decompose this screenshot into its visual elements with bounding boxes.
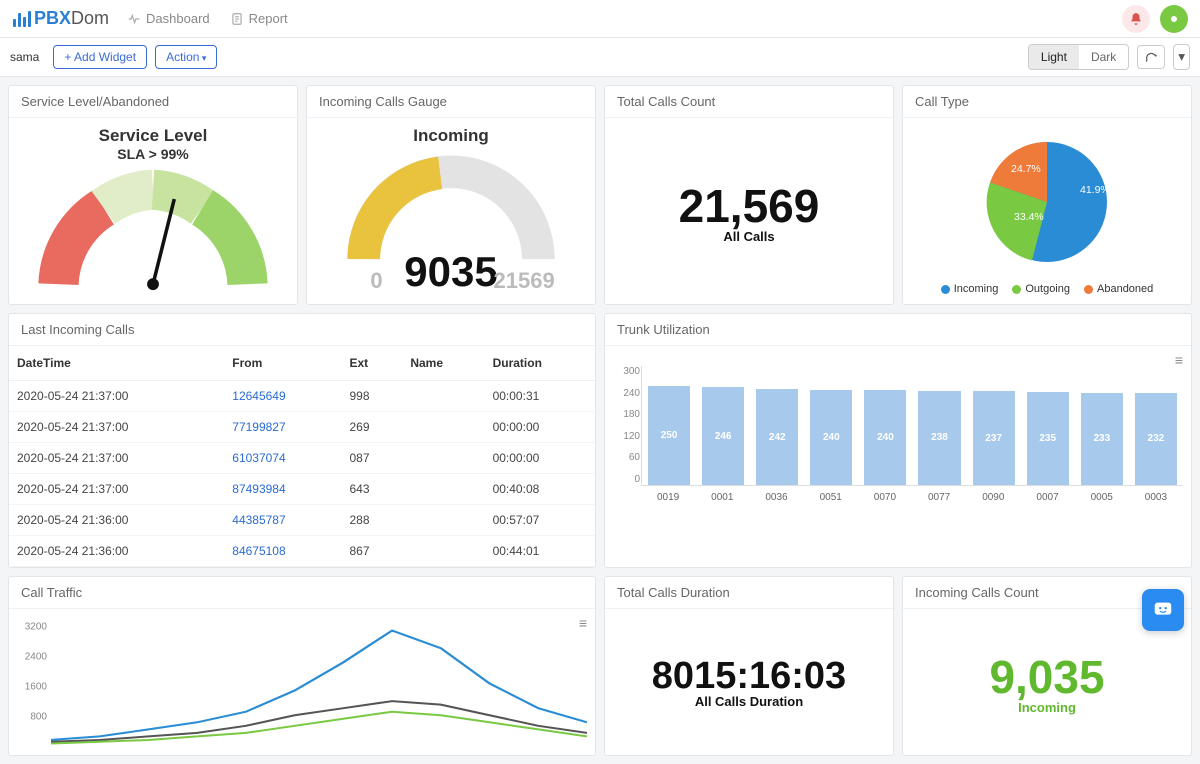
nav-dashboard-label: Dashboard: [146, 11, 210, 26]
gauge-value: 9035: [404, 248, 497, 296]
document-icon: [230, 12, 244, 26]
metric-value: 9,035: [989, 650, 1104, 704]
from-link[interactable]: 77199827: [224, 412, 341, 443]
service-gauge-chart: [33, 166, 273, 296]
col-from[interactable]: From: [224, 346, 341, 381]
table-row: 2020-05-24 21:37:007719982726900:00:00: [9, 412, 595, 443]
col-name[interactable]: Name: [402, 346, 484, 381]
from-link[interactable]: 44385787: [224, 505, 341, 536]
user-avatar[interactable]: [1160, 5, 1188, 33]
from-link[interactable]: 87493984: [224, 474, 341, 505]
bell-icon: [1129, 12, 1143, 26]
col-duration[interactable]: Duration: [485, 346, 595, 381]
table-row: 2020-05-24 21:37:006103707408700:00:00: [9, 443, 595, 474]
col-datetime[interactable]: DateTime: [9, 346, 224, 381]
add-widget-button[interactable]: + Add Widget: [53, 45, 147, 69]
metric-label: All Calls Duration: [695, 694, 803, 709]
metric-label: All Calls: [723, 229, 774, 244]
nav-dashboard[interactable]: Dashboard: [127, 11, 210, 26]
col-ext[interactable]: Ext: [341, 346, 402, 381]
widget-call-traffic: Call Traffic ≡ 3200 2400 1600 800: [8, 576, 596, 756]
widget-title: Total Calls Count: [605, 86, 893, 118]
nav-report-label: Report: [249, 11, 288, 26]
svg-text:24.7%: 24.7%: [1011, 163, 1041, 175]
widget-title: Call Traffic: [9, 577, 595, 609]
metric-value: 8015:16:03: [652, 655, 846, 698]
widget-title: Call Type: [903, 86, 1191, 118]
refresh-button[interactable]: [1137, 45, 1165, 69]
pie-legend: Incoming Outgoing Abandoned: [941, 283, 1154, 295]
refresh-icon: [1144, 50, 1158, 64]
metric-value: 21,569: [679, 179, 820, 233]
metric-label: Incoming: [1018, 700, 1076, 715]
widget-call-type: Call Type 41.9% 33.4% 24.7% Incoming Out…: [902, 85, 1192, 305]
widget-total-duration: Total Calls Duration 8015:16:03 All Call…: [604, 576, 894, 756]
svg-text:41.9%: 41.9%: [1080, 184, 1110, 196]
widget-service-level: Service Level/Abandoned Service Level SL…: [8, 85, 298, 305]
gauge-heading: Incoming: [315, 126, 587, 146]
chat-icon: [1152, 599, 1174, 621]
nav-report[interactable]: Report: [230, 11, 288, 26]
widget-title: Last Incoming Calls: [9, 314, 595, 346]
theme-toggle: Light Dark: [1028, 44, 1129, 70]
widget-title: Incoming Calls Gauge: [307, 86, 595, 118]
from-link[interactable]: 84675108: [224, 536, 341, 567]
widget-title: Total Calls Duration: [605, 577, 893, 609]
gauge-max: 21569: [494, 268, 555, 294]
table-row: 2020-05-24 21:37:001264564999800:00:31: [9, 381, 595, 412]
gauge-subheading: SLA > 99%: [117, 146, 188, 162]
widget-last-calls: Last Incoming Calls DateTime From Ext Na…: [8, 313, 596, 568]
call-type-pie-chart: 41.9% 33.4% 24.7%: [967, 127, 1127, 277]
chat-button[interactable]: [1142, 589, 1184, 631]
svg-text:33.4%: 33.4%: [1014, 211, 1044, 223]
widget-trunk-util: Trunk Utilization ≡ 300240180120600 2502…: [604, 313, 1192, 568]
calls-table: DateTime From Ext Name Duration 2020-05-…: [9, 346, 595, 567]
breadcrumb: sama: [10, 50, 39, 64]
pulse-icon: [127, 12, 141, 26]
table-row: 2020-05-24 21:36:008467510886700:44:01: [9, 536, 595, 567]
widget-title: Service Level/Abandoned: [9, 86, 297, 118]
table-row: 2020-05-24 21:36:004438578728800:57:07: [9, 505, 595, 536]
widget-total-calls: Total Calls Count 21,569 All Calls: [604, 85, 894, 305]
action-dropdown[interactable]: Action: [155, 45, 217, 69]
theme-light[interactable]: Light: [1029, 45, 1079, 69]
table-row: 2020-05-24 21:37:008749398464300:40:08: [9, 474, 595, 505]
logo[interactable]: PBXDom: [12, 8, 109, 29]
widget-title: Trunk Utilization: [605, 314, 1191, 346]
from-link[interactable]: 12645649: [224, 381, 341, 412]
traffic-line-chart: 3200 2400 1600 800: [51, 627, 587, 747]
widget-incoming-gauge: Incoming Calls Gauge Incoming 0 9035 215…: [306, 85, 596, 305]
from-link[interactable]: 61037074: [224, 443, 341, 474]
trunk-bar-chart: 300240180120600 250246242240240238237235…: [641, 366, 1183, 486]
refresh-menu[interactable]: ▾: [1173, 44, 1190, 70]
notifications-button[interactable]: [1122, 5, 1150, 33]
gauge-heading: Service Level: [99, 126, 208, 146]
theme-dark[interactable]: Dark: [1079, 45, 1128, 69]
